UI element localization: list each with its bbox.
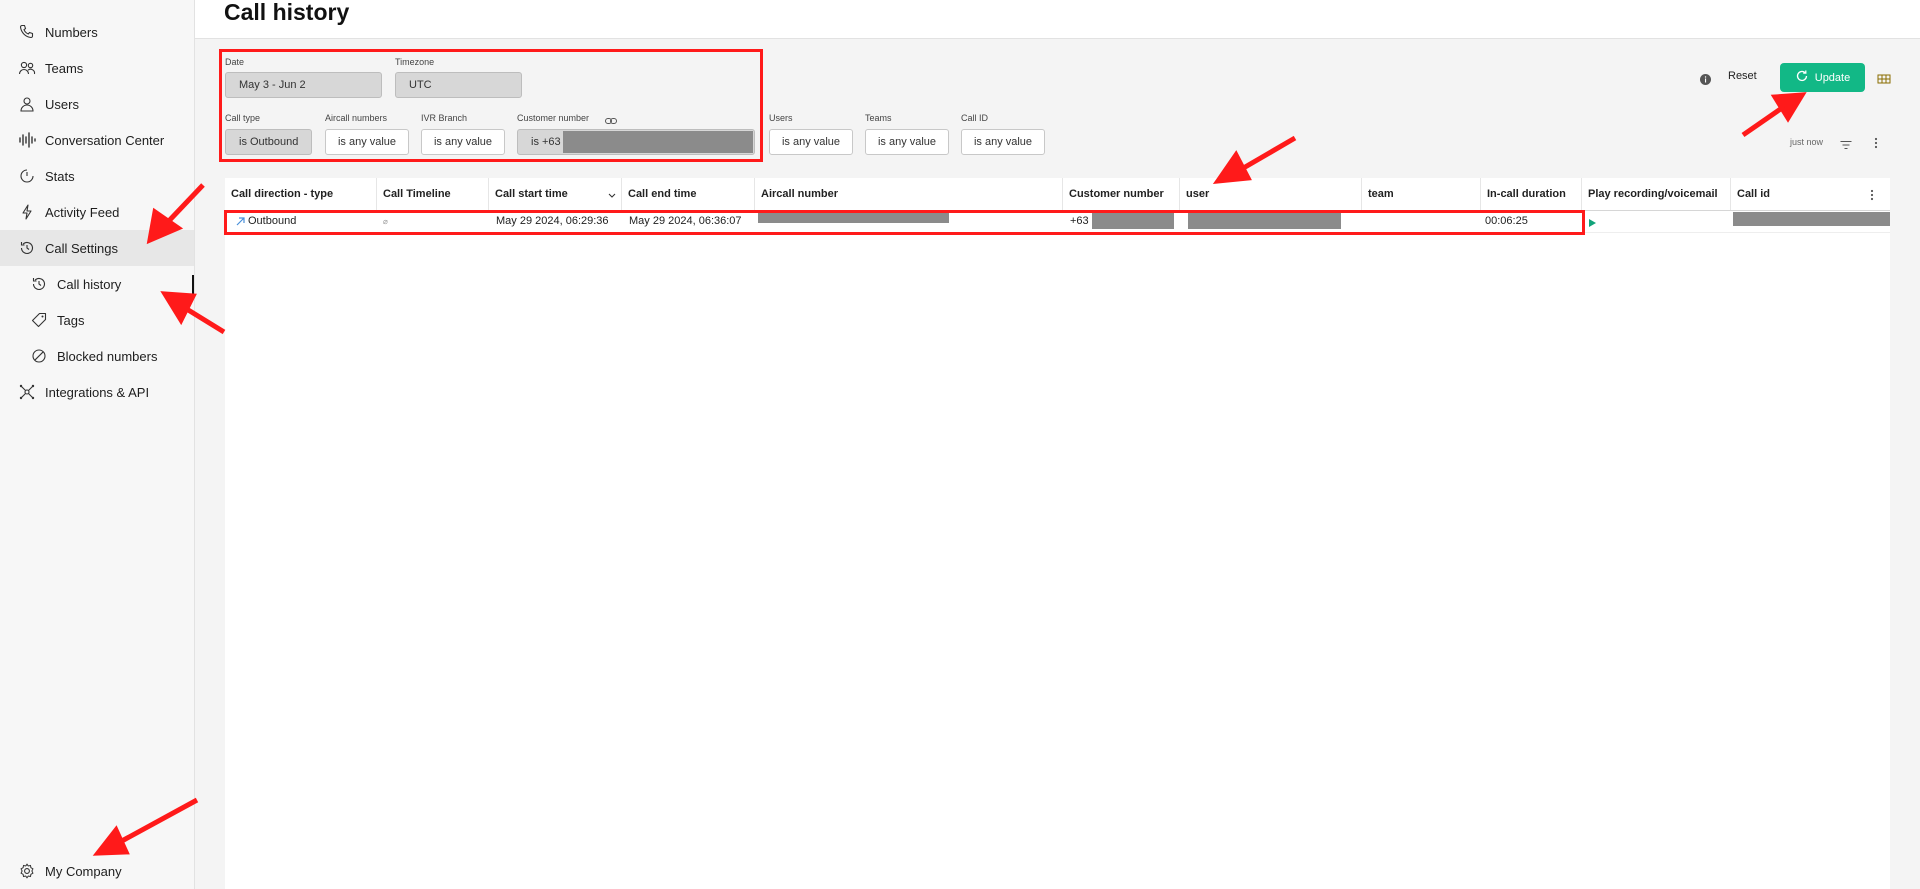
sidebar-item-conversation-center[interactable]: Conversation Center — [0, 122, 194, 158]
date-filter[interactable]: May 3 - Jun 2 — [225, 72, 382, 98]
aircall-numbers-filter-label: Aircall numbers — [325, 113, 388, 123]
filter-icon[interactable] — [1840, 137, 1852, 155]
column-header-start-time-label: Call start time — [495, 188, 568, 200]
waveform-icon — [18, 131, 36, 149]
sidebar-item-label: Teams — [45, 60, 84, 76]
sidebar-item-label: Activity Feed — [45, 204, 120, 220]
column-header-team[interactable]: team — [1362, 178, 1481, 210]
sort-chevron-icon[interactable] — [608, 190, 616, 202]
column-header-timeline[interactable]: Call Timeline — [377, 178, 489, 210]
update-button[interactable]: Update — [1780, 63, 1865, 92]
sidebar-item-numbers[interactable]: Numbers — [0, 14, 194, 50]
table-row[interactable]: Outbound ⌀ May 29 2024, 06:29:36 May 29 … — [225, 212, 1890, 233]
arrow-user-column — [1212, 135, 1297, 185]
sidebar-item-users[interactable]: Users — [0, 86, 194, 122]
update-button-label: Update — [1814, 71, 1851, 84]
sidebar-item-my-company[interactable]: My Company — [0, 853, 194, 889]
user-redacted — [1188, 213, 1341, 229]
customer-number-filter[interactable]: is +63 — [517, 129, 755, 155]
history-icon — [18, 239, 36, 257]
column-header-duration[interactable]: In-call duration — [1481, 178, 1582, 210]
ivr-branch-filter[interactable]: is any value — [421, 129, 505, 155]
sidebar-item-stats[interactable]: Stats — [0, 158, 194, 194]
column-menu-icon[interactable] — [1870, 188, 1874, 206]
phone-icon — [18, 23, 36, 41]
users-filter-label: Users — [769, 113, 793, 123]
bolt-icon — [18, 203, 36, 221]
sidebar-item-call-history[interactable]: Call history — [0, 266, 194, 302]
sidebar-item-tags[interactable]: Tags — [0, 302, 194, 338]
sidebar-item-activity-feed[interactable]: Activity Feed — [0, 194, 194, 230]
column-header-start-time[interactable]: Call start time — [489, 178, 622, 210]
gear-icon — [18, 862, 36, 880]
sidebar-item-label: My Company — [45, 863, 122, 879]
redacted-block — [563, 131, 753, 153]
column-header-call-id[interactable]: Call id — [1731, 178, 1890, 210]
sidebar-item-label: Users — [45, 96, 79, 112]
user-icon — [18, 95, 36, 113]
settings-icon[interactable] — [1877, 72, 1891, 90]
timeline-icon: ⌀ — [383, 217, 388, 226]
date-filter-label: Date — [225, 57, 245, 67]
call-type-filter-label: Call type — [225, 113, 261, 123]
call-history-table: Call direction - type Call Timeline Call… — [225, 178, 1890, 889]
column-header-aircall-number[interactable]: Aircall number — [755, 178, 1063, 210]
call-id-redacted — [1733, 212, 1890, 226]
more-icon[interactable] — [1874, 136, 1878, 154]
tag-icon — [30, 311, 48, 329]
history-icon — [30, 275, 48, 293]
users-filter[interactable]: is any value — [769, 129, 853, 155]
arrow-update-button — [1741, 92, 1807, 138]
stats-icon — [18, 167, 36, 185]
column-header-customer-number[interactable]: Customer number — [1063, 178, 1180, 210]
call-id-filter[interactable]: is any value — [961, 129, 1045, 155]
sidebar-item-label: Call history — [57, 276, 122, 292]
aircall-number-redacted — [758, 212, 949, 223]
timezone-filter[interactable]: UTC — [395, 72, 522, 98]
sidebar-item-label: Tags — [57, 312, 85, 328]
sidebar: Numbers Teams Users Conversation Center … — [0, 0, 195, 889]
column-header-recording[interactable]: Play recording/voicemail — [1582, 178, 1731, 210]
sidebar-item-label: Numbers — [45, 24, 98, 40]
call-type-filter[interactable]: is Outbound — [225, 129, 312, 155]
sidebar-item-call-settings[interactable]: Call Settings — [0, 230, 194, 266]
sidebar-item-integrations[interactable]: Integrations & API — [0, 374, 194, 410]
sidebar-item-label: Stats — [45, 168, 75, 184]
end-time-cell: May 29 2024, 06:36:07 — [629, 215, 742, 227]
customer-number-filter-label: Customer number — [517, 113, 590, 123]
refresh-icon — [1795, 69, 1809, 86]
column-header-user[interactable]: user — [1180, 178, 1362, 210]
sidebar-item-blocked-numbers[interactable]: Blocked numbers — [0, 338, 194, 374]
teams-filter-label: Teams — [865, 113, 892, 123]
duration-cell: 00:06:25 — [1485, 215, 1528, 227]
reset-button[interactable]: Reset — [1728, 70, 1757, 82]
outbound-call-icon — [235, 214, 246, 232]
sidebar-item-label: Blocked numbers — [57, 348, 158, 364]
ivr-branch-filter-label: IVR Branch — [421, 113, 468, 123]
customer-number-redacted — [1092, 213, 1174, 229]
start-time-cell: May 29 2024, 06:29:36 — [496, 215, 609, 227]
sidebar-item-teams[interactable]: Teams — [0, 50, 194, 86]
integration-icon — [18, 383, 36, 401]
page-title: Call history — [224, 0, 350, 25]
teams-filter[interactable]: is any value — [865, 129, 949, 155]
page-header: Call history — [195, 0, 1920, 39]
column-header-end-time[interactable]: Call end time — [622, 178, 755, 210]
info-icon[interactable] — [1700, 72, 1711, 90]
call-id-filter-label: Call ID — [961, 113, 989, 123]
column-header-direction[interactable]: Call direction - type — [225, 178, 377, 210]
timezone-filter-label: Timezone — [395, 57, 435, 67]
customer-number-value: is +63 — [531, 136, 561, 148]
table-header-row: Call direction - type Call Timeline Call… — [225, 178, 1890, 211]
blocked-icon — [30, 347, 48, 365]
team-icon — [18, 59, 36, 77]
refresh-status: just now — [1790, 137, 1824, 147]
play-icon[interactable] — [1588, 215, 1597, 233]
sidebar-item-label: Conversation Center — [45, 132, 165, 148]
customer-number-cell: +63 — [1070, 215, 1089, 227]
aircall-numbers-filter[interactable]: is any value — [325, 129, 409, 155]
sidebar-item-label: Integrations & API — [45, 384, 150, 400]
sidebar-item-label: Call Settings — [45, 240, 118, 256]
call-direction-cell: Outbound — [248, 215, 297, 227]
